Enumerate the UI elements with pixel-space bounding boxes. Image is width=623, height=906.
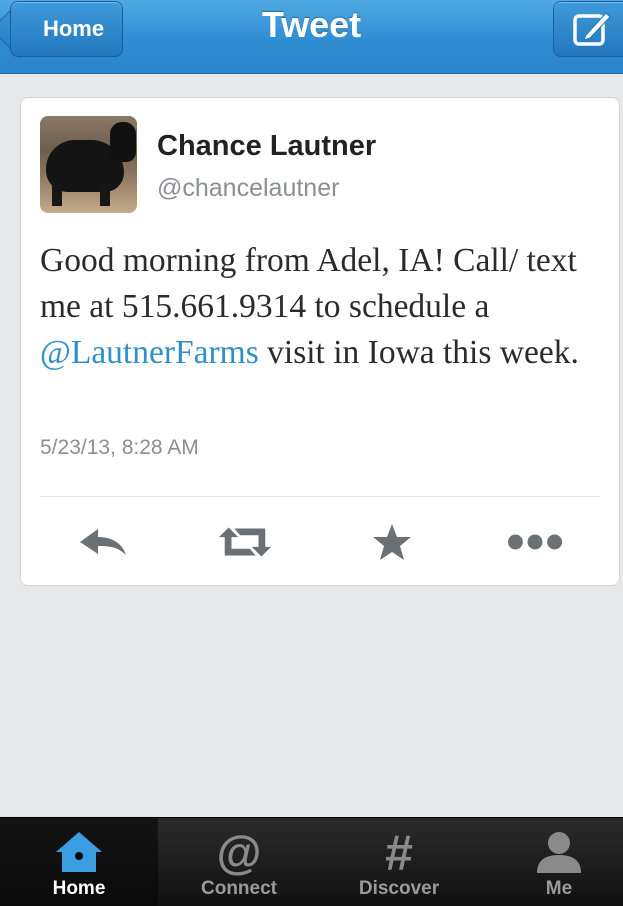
at-sign-icon: @: [217, 828, 262, 876]
more-dots-icon: [507, 534, 563, 550]
reply-icon: [80, 529, 126, 555]
svg-text:#: #: [385, 828, 413, 876]
compose-button[interactable]: [553, 1, 623, 57]
tweet-card: Chance Lautner @chancelautner Good morni…: [20, 97, 620, 586]
svg-text:@: @: [217, 828, 262, 876]
tweet-text-part1: Good morning from Adel, IA! Call/ text m…: [40, 242, 577, 325]
tab-connect-label: Connect: [201, 878, 277, 899]
tab-connect[interactable]: @ Connect: [160, 818, 318, 906]
navigation-bar: Home Tweet: [0, 0, 623, 74]
tweet-text-part2: visit in Iowa this week.: [258, 334, 579, 371]
favorite-button[interactable]: [364, 522, 420, 562]
tweet-timestamp: 5/23/13, 8:28 AM: [40, 436, 199, 459]
tab-me[interactable]: Me: [480, 818, 623, 906]
reply-button[interactable]: [75, 522, 131, 562]
tab-discover[interactable]: # Discover: [320, 818, 478, 906]
more-button[interactable]: [507, 522, 563, 562]
mention-link[interactable]: @LautnerFarms: [40, 334, 259, 371]
favorite-star-icon: [373, 524, 411, 560]
hashtag-icon: #: [385, 828, 413, 876]
tab-me-label: Me: [545, 878, 573, 899]
avatar[interactable]: [40, 116, 137, 213]
compose-icon: [573, 12, 611, 46]
tab-discover-label: Discover: [358, 878, 440, 899]
page-title: Tweet: [261, 4, 362, 45]
home-icon: [56, 832, 102, 872]
author-handle[interactable]: @chancelautner: [157, 174, 339, 203]
retweet-button[interactable]: [217, 522, 273, 562]
tweet-text: Good morning from Adel, IA! Call/ text m…: [40, 238, 612, 376]
tab-home[interactable]: Home: [0, 818, 158, 906]
divider: [40, 496, 600, 497]
person-icon: [537, 832, 581, 873]
tab-bar: Home @ Connect # Discover Me: [0, 817, 623, 906]
retweet-icon: [218, 527, 272, 557]
author-name[interactable]: Chance Lautner: [157, 130, 376, 163]
tab-home-label: Home: [52, 878, 106, 899]
